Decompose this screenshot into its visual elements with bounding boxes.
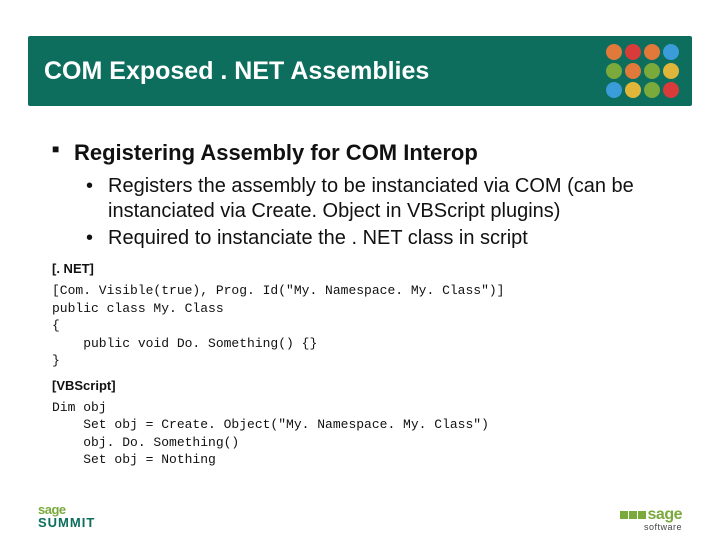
dot-icon bbox=[625, 82, 641, 98]
bullet-item: Registers the assembly to be instanciate… bbox=[86, 174, 680, 224]
dot-icon bbox=[663, 63, 679, 79]
footer-left-logo: sage SUMMIT bbox=[38, 503, 95, 530]
footer-software-text: software bbox=[620, 523, 682, 532]
bullet-list: Registers the assembly to be instanciate… bbox=[86, 174, 680, 251]
footer-summit-text: SUMMIT bbox=[38, 515, 95, 530]
slide: COM Exposed . NET Assemblies Registering… bbox=[0, 0, 720, 540]
footer-sage-brand: sage bbox=[648, 506, 682, 523]
dot-icon bbox=[606, 63, 622, 79]
code-label-net: [. NET] bbox=[52, 261, 680, 276]
dot-icon bbox=[663, 44, 679, 60]
dot-icon bbox=[663, 82, 679, 98]
dot-icon bbox=[644, 63, 660, 79]
dot-icon bbox=[644, 44, 660, 60]
content-area: Registering Assembly for COM Interop Reg… bbox=[52, 140, 680, 469]
brand-dots-logo bbox=[606, 44, 680, 98]
footer-right-logo: sage software bbox=[620, 507, 682, 532]
dot-icon bbox=[606, 44, 622, 60]
dot-icon bbox=[606, 82, 622, 98]
title-band: COM Exposed . NET Assemblies bbox=[28, 36, 692, 106]
dot-icon bbox=[644, 82, 660, 98]
dot-icon bbox=[625, 44, 641, 60]
section-heading: Registering Assembly for COM Interop bbox=[52, 140, 680, 166]
code-label-vbs: [VBScript] bbox=[52, 378, 680, 393]
slide-title: COM Exposed . NET Assemblies bbox=[44, 57, 429, 86]
code-block-net: [Com. Visible(true), Prog. Id("My. Names… bbox=[52, 282, 680, 370]
code-block-vbs: Dim obj Set obj = Create. Object("My. Na… bbox=[52, 399, 680, 469]
bullet-item: Required to instanciate the . NET class … bbox=[86, 226, 680, 251]
dot-icon bbox=[625, 63, 641, 79]
sage-blocks-icon bbox=[620, 511, 646, 519]
